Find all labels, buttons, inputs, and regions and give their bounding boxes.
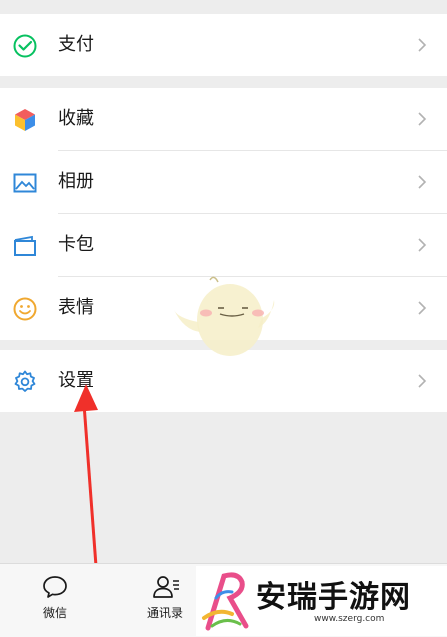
wechat-pay-icon: [13, 34, 37, 58]
chevron-right-icon: [418, 374, 427, 388]
contacts-icon: [153, 576, 179, 598]
watermark-url: www.szerg.com: [314, 614, 385, 624]
menu-item-label: 设置: [58, 370, 94, 391]
sticker-smile-icon: [13, 297, 37, 321]
services-section: 收藏 相册 卡包 表情: [0, 88, 447, 340]
watermark-logo-icon: [202, 572, 249, 631]
watermark-title: 安瑞手游网: [256, 580, 411, 615]
chevron-right-icon: [418, 38, 427, 52]
menu-item-card-wallet[interactable]: 卡包: [0, 214, 447, 276]
chevron-right-icon: [418, 238, 427, 252]
menu-item-label: 支付: [58, 34, 94, 55]
menu-item-label: 相册: [58, 171, 94, 192]
chevron-right-icon: [418, 175, 427, 189]
menu-item-settings[interactable]: 设置: [0, 350, 447, 412]
favorites-cube-icon: [15, 109, 35, 131]
site-watermark: 安瑞手游网 www.szerg.com: [196, 566, 447, 636]
menu-item-pay[interactable]: 支付: [0, 14, 447, 76]
menu-item-label: 卡包: [58, 234, 94, 255]
tab-chats[interactable]: 微信: [0, 564, 110, 637]
menu-item-album[interactable]: 相册: [0, 151, 447, 213]
menu-item-stickers[interactable]: 表情: [0, 277, 447, 339]
card-wallet-icon: [14, 235, 36, 256]
tab-label: 微信: [42, 606, 67, 620]
pay-section: 支付: [0, 14, 447, 76]
gear-icon: [14, 370, 36, 392]
settings-section: 设置: [0, 350, 447, 412]
menu-item-label: 收藏: [58, 108, 94, 129]
menu-item-label: 表情: [58, 297, 94, 318]
chat-bubble-icon: [43, 576, 67, 598]
chevron-right-icon: [418, 301, 427, 315]
menu-item-favorites[interactable]: 收藏: [0, 88, 447, 150]
chevron-right-icon: [418, 112, 427, 126]
album-icon: [13, 173, 37, 193]
